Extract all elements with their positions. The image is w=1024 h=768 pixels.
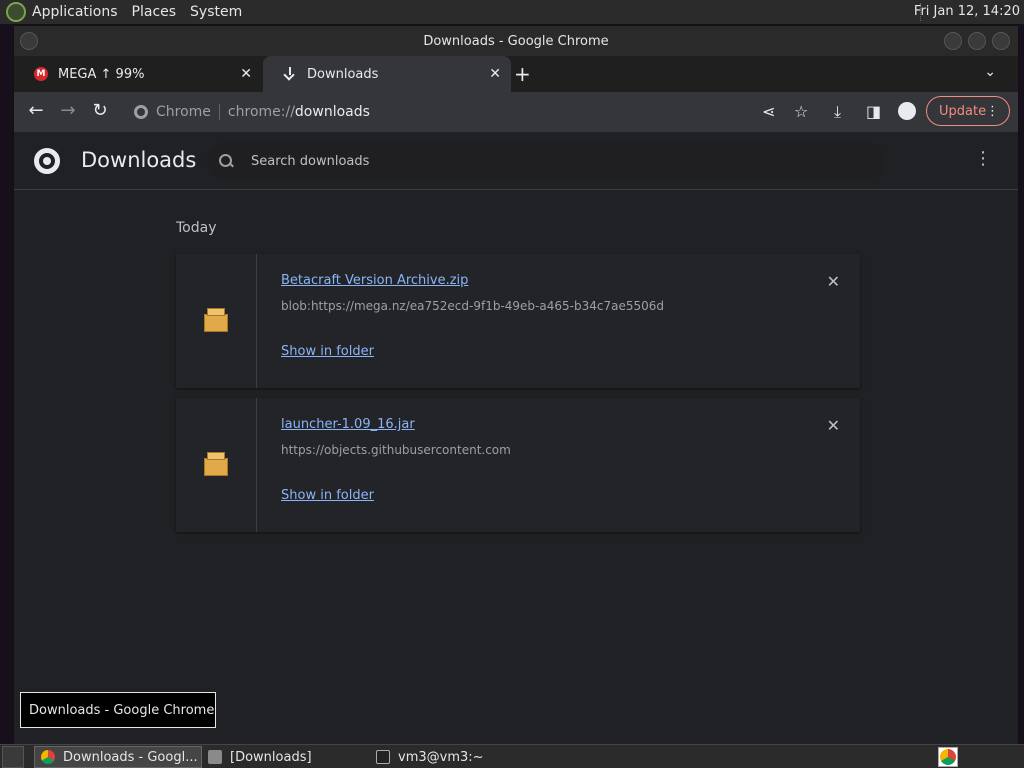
task-terminal[interactable]: vm3@vm3:~ [370, 746, 538, 768]
chrome-icon [41, 750, 55, 764]
menu-system[interactable]: System [190, 4, 242, 20]
tray-chrome-icon[interactable] [938, 747, 958, 767]
minimize-button[interactable] [944, 32, 962, 50]
search-placeholder: Search downloads [251, 153, 370, 169]
download-icon-area [176, 254, 257, 388]
show-desktop-icon[interactable] [2, 745, 24, 768]
mega-icon: M [34, 67, 48, 81]
share-icon[interactable]: ⋖ [762, 102, 775, 121]
bookmark-star-icon[interactable]: ☆ [794, 102, 808, 121]
show-in-folder-link[interactable]: Show in folder [281, 488, 374, 503]
menu-places[interactable]: Places [132, 4, 177, 20]
remove-download-close-icon[interactable]: ✕ [827, 416, 840, 435]
downloads-list: Today Betacraft Version Archive.zip blob… [14, 190, 1018, 744]
window-title: Downloads - Google Chrome [423, 33, 609, 49]
tab-search-chevron-icon[interactable]: ⌄ [984, 64, 996, 80]
task-file-manager[interactable]: [Downloads] [202, 746, 370, 768]
chrome-site-icon [134, 105, 148, 119]
window-menu-button[interactable] [20, 32, 38, 50]
bottom-taskbar: Downloads - Googl... [Downloads] vm3@vm3… [0, 744, 1024, 768]
download-source-url: blob:https://mega.nz/ea752ecd-9f1b-49eb-… [281, 299, 664, 313]
tab-label: MEGA ↑ 99% [58, 66, 145, 82]
window-titlebar[interactable]: Downloads - Google Chrome [14, 26, 1018, 56]
terminal-icon [376, 750, 390, 764]
search-downloads-input[interactable]: Search downloads [207, 142, 885, 180]
menu-applications[interactable]: Applications [32, 4, 118, 20]
tab-close-icon[interactable]: ✕ [489, 66, 501, 82]
show-in-folder-link[interactable]: Show in folder [281, 344, 374, 359]
browser-toolbar: ← → ↻ Chrome chrome:// downloads ⋖ ☆ ⤓ ◨… [14, 92, 1018, 132]
new-tab-plus-icon[interactable]: + [514, 62, 531, 86]
profile-avatar-icon[interactable] [898, 102, 916, 120]
browser-window: Downloads - Google Chrome M MEGA ↑ 99% ✕… [13, 25, 1019, 744]
forward-arrow-icon[interactable]: → [56, 100, 80, 121]
download-item: launcher-1.09_16.jar https://objects.git… [176, 398, 860, 532]
address-bar[interactable]: Chrome chrome:// downloads [124, 96, 904, 128]
maximize-button[interactable] [968, 32, 986, 50]
folder-icon [208, 750, 222, 764]
close-window-button[interactable] [992, 32, 1010, 50]
tab-mega[interactable]: M MEGA ↑ 99% ✕ [14, 56, 262, 92]
task-chrome[interactable]: Downloads - Googl... [34, 746, 202, 768]
taskbar-tooltip: Downloads - Google Chrome [20, 692, 216, 728]
distro-logo-icon[interactable] [6, 2, 26, 22]
download-file-name[interactable]: launcher-1.09_16.jar [281, 417, 415, 432]
back-arrow-icon[interactable]: ← [24, 100, 48, 121]
side-panel-icon[interactable]: ◨ [866, 102, 881, 121]
more-options-icon[interactable]: ⋮ [974, 148, 992, 169]
url-scheme: chrome:// [227, 104, 295, 120]
update-button[interactable]: Update ⋮ [926, 96, 1010, 126]
reload-icon[interactable]: ↻ [88, 100, 112, 121]
archive-file-icon [204, 308, 228, 332]
tab-downloads[interactable]: Downloads ✕ [263, 56, 511, 92]
date-section-label: Today [176, 220, 217, 236]
search-icon [219, 154, 233, 168]
task-label: vm3@vm3:~ [398, 749, 484, 765]
tab-label: Downloads [307, 66, 379, 82]
download-file-name[interactable]: Betacraft Version Archive.zip [281, 273, 468, 288]
url-path: downloads [294, 104, 370, 120]
chrome-logo-icon [34, 148, 60, 174]
remove-download-close-icon[interactable]: ✕ [827, 272, 840, 291]
downloads-toolbar-icon[interactable]: ⤓ [834, 102, 841, 122]
clock[interactable]: Fri Jan 12, 14:20 [914, 4, 1020, 19]
download-item: Betacraft Version Archive.zip blob:https… [176, 254, 860, 388]
download-icon-area [176, 398, 257, 532]
task-label: Downloads - Googl... [63, 749, 198, 765]
download-icon [283, 67, 297, 81]
site-label: Chrome [156, 104, 220, 120]
top-panel: Applications Places System Fri Jan 12, 1… [0, 0, 1024, 24]
update-label: Update [939, 103, 987, 119]
page-title: Downloads [81, 148, 197, 172]
kebab-menu-icon[interactable]: ⋮ [986, 104, 999, 119]
tab-strip: M MEGA ↑ 99% ✕ Downloads ✕ + ⌄ [14, 56, 1018, 92]
download-source-url: https://objects.githubusercontent.com [281, 443, 511, 457]
archive-file-icon [204, 452, 228, 476]
tab-close-icon[interactable]: ✕ [240, 66, 252, 82]
downloads-header: Downloads Search downloads ⋮ [14, 132, 1018, 190]
task-label: [Downloads] [230, 749, 312, 765]
